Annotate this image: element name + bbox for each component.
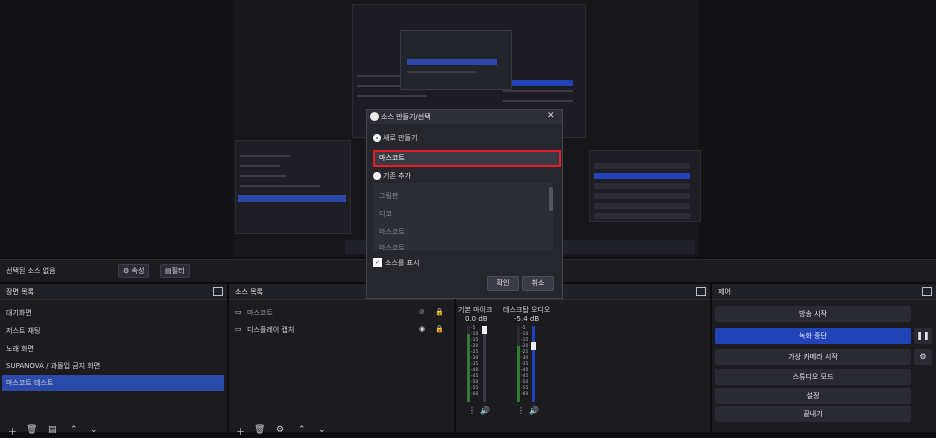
ok-button[interactable]: 확인: [487, 276, 519, 291]
image-source-icon: ▭: [235, 308, 242, 316]
undock-icon[interactable]: [922, 287, 932, 296]
show-source-label: 소스를 표시: [385, 259, 420, 267]
pause-icon[interactable]: ❚❚: [914, 328, 932, 344]
list-item[interactable]: 마스코트: [379, 227, 405, 237]
selected-source-status: 선택된 소스 없음: [6, 267, 56, 275]
list-scrollbar[interactable]: [549, 187, 553, 211]
scene-filter-icon[interactable]: ▤: [48, 425, 57, 435]
properties-label: 속성: [131, 267, 145, 275]
remove-source-icon[interactable]: 🗑: [254, 425, 265, 435]
display-source-icon: ▭: [235, 325, 242, 333]
start-virtual-camera-button[interactable]: 가상 카메라 시작: [715, 349, 911, 365]
scene-item[interactable]: 저스트 채팅: [6, 326, 40, 336]
desktop-meter-fill: [517, 346, 520, 402]
list-item[interactable]: 디코: [379, 209, 392, 219]
create-new-label: 새로 만들기: [383, 134, 418, 142]
move-up-icon[interactable]: ⌃: [70, 425, 78, 435]
scenes-header: 장면 목록: [0, 284, 227, 300]
mic-fader-handle[interactable]: [482, 326, 487, 334]
background-scene-panel: [235, 140, 351, 234]
filters-label: 필터: [171, 267, 185, 275]
list-item[interactable]: 마스코트: [379, 243, 405, 253]
dialog-titlebar: 소스 만들기/선택 ✕: [367, 110, 562, 124]
scene-item[interactable]: SUPANOVA / 과몰입 금지 화면: [6, 361, 100, 371]
properties-button[interactable]: ⚙ 속성: [118, 264, 150, 278]
eye-icon[interactable]: ◉: [419, 325, 425, 333]
create-new-radio[interactable]: [373, 134, 381, 142]
desktop-fader[interactable]: [532, 326, 535, 402]
desktop-db: -5.4 dB: [514, 315, 540, 323]
source-up-icon[interactable]: ⌃: [298, 425, 306, 435]
undock-icon[interactable]: [213, 287, 223, 296]
desktop-fader-handle[interactable]: [531, 342, 536, 350]
add-existing-label: 기존 추가: [383, 172, 411, 180]
mic-db: 0.0 dB: [465, 315, 488, 323]
mic-meter-fill: [467, 334, 470, 402]
cancel-button[interactable]: 취소: [522, 276, 554, 291]
desktop-speaker-icon[interactable]: 🔊: [529, 406, 539, 415]
hidden-eye-icon[interactable]: ⊘: [419, 308, 425, 316]
scene-item[interactable]: 대기화면: [6, 308, 32, 318]
scenes-dock: 장면 목록 대기화면 저스트 채팅 노래 화면 SUPANOVA / 과몰입 금…: [0, 284, 227, 432]
mic-menu-icon[interactable]: ⋮: [468, 406, 476, 415]
obs-logo-icon: [370, 112, 379, 121]
filter-icon: ▤: [165, 267, 172, 275]
source-item[interactable]: 마스코트: [247, 308, 273, 318]
settings-button[interactable]: 설정: [715, 388, 911, 404]
gear-icon: ⚙: [123, 267, 130, 275]
scene-item[interactable]: 마스코트 테스트: [6, 378, 53, 388]
sources-dock: 소스 목록 ▭ 마스코트 ⊘ 🔒 ▭ 디스플레이 캡처 ◉ 🔒: [229, 284, 454, 432]
scenes-title: 장면 목록: [6, 288, 34, 296]
filters-button[interactable]: ▤필터: [160, 264, 190, 278]
sources-title: 소스 목록: [235, 288, 263, 296]
list-item[interactable]: 그림판: [379, 191, 398, 201]
add-existing-radio[interactable]: [373, 172, 381, 180]
create-source-dialog: 소스 만들기/선택 ✕ 새로 만들기 마스코트 기존 추가 그림판 디코 마스코…: [366, 109, 563, 299]
exit-button[interactable]: 끝내기: [715, 406, 911, 422]
controls-title: 제어: [718, 288, 731, 296]
close-icon[interactable]: ✕: [547, 111, 555, 121]
existing-sources-list[interactable]: 그림판 디코 마스코트 마스코트: [373, 183, 553, 253]
lock-icon[interactable]: 🔒: [435, 325, 444, 333]
mic-ticks: -5 -10 -15 -20 -25 -30 -35 -40 -45 -50 -55 -60: [471, 326, 479, 397]
lock-icon[interactable]: 🔒: [435, 308, 444, 316]
source-settings-icon[interactable]: ⚙: [276, 425, 284, 435]
start-stream-button[interactable]: 방송 시작: [715, 306, 911, 322]
source-item[interactable]: 디스플레이 캡처: [247, 325, 294, 335]
background-controls-panel: [589, 150, 701, 222]
show-source-checkbox[interactable]: ✓: [373, 258, 382, 267]
source-name-input[interactable]: 마스코트: [373, 150, 561, 167]
scene-item[interactable]: 노래 화면: [6, 344, 34, 354]
remove-scene-icon[interactable]: 🗑: [26, 425, 37, 435]
source-down-icon[interactable]: ⌄: [318, 425, 326, 435]
undock-icon[interactable]: [696, 287, 706, 296]
controls-header: 제어: [712, 284, 936, 300]
nested-dialog-preview: [400, 30, 512, 90]
gear-icon[interactable]: ⚙: [914, 349, 932, 365]
studio-mode-button[interactable]: 스튜디오 모드: [715, 369, 911, 385]
desktop-audio-label: 데스크탑 오디오: [503, 306, 551, 314]
dialog-title: 소스 만들기/선택: [381, 113, 431, 121]
mic-speaker-icon[interactable]: 🔊: [480, 406, 490, 415]
desktop-menu-icon[interactable]: ⋮: [517, 406, 525, 415]
mic-fader[interactable]: [483, 326, 486, 402]
stop-recording-button[interactable]: 녹화 중단: [715, 328, 911, 344]
move-down-icon[interactable]: ⌄: [90, 425, 98, 435]
audio-mixer-dock: 기본 마이크 데스크탑 오디오 0.0 dB -5.4 dB -5 -10 -15-…: [456, 284, 710, 432]
mic-label: 기본 마이크: [458, 306, 493, 314]
desktop-ticks: -5 -10 -15 -20 -25 -30 -35 -40 -45 -50 -55 -60: [521, 326, 529, 397]
